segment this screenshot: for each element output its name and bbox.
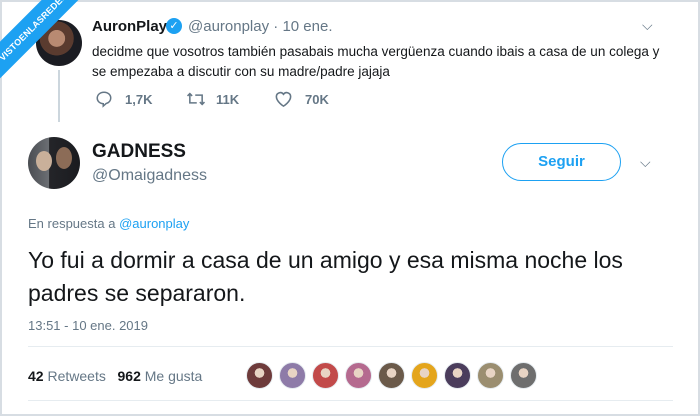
retweet-icon[interactable] bbox=[186, 90, 206, 113]
retweet-label[interactable]: Retweets bbox=[47, 368, 105, 384]
thread-connector-line bbox=[58, 70, 60, 122]
retweet-total[interactable]: 42 bbox=[28, 368, 44, 384]
frame-top bbox=[0, 0, 700, 2]
quoted-date[interactable]: · 10 ene. bbox=[273, 18, 332, 35]
liker-avatar[interactable] bbox=[246, 362, 273, 389]
chevron-down-icon[interactable]: ⌵ bbox=[642, 17, 653, 34]
liker-avatar[interactable] bbox=[279, 362, 306, 389]
main-author-handle[interactable]: @Omaigadness bbox=[92, 167, 207, 185]
retweet-count: 11K bbox=[216, 92, 240, 107]
tweet-timestamp[interactable]: 13:51 - 10 ene. 2019 bbox=[28, 318, 148, 333]
reply-count: 1,7K bbox=[125, 92, 153, 107]
liker-avatar[interactable] bbox=[444, 362, 471, 389]
divider bbox=[28, 346, 673, 347]
like-label[interactable]: Me gusta bbox=[145, 368, 203, 384]
quoted-author-handle[interactable]: @auronplay bbox=[188, 18, 269, 35]
like-count: 70K bbox=[305, 92, 329, 107]
verified-badge-icon: ✓ bbox=[166, 18, 182, 34]
follow-button[interactable]: Seguir bbox=[502, 143, 621, 181]
avatar-face bbox=[36, 151, 52, 171]
quoted-tweet-text: decidme que vosotros también pasabais mu… bbox=[92, 44, 660, 79]
heart-icon[interactable] bbox=[274, 90, 293, 113]
reply-prefix: En respuesta a bbox=[28, 216, 116, 231]
quoted-author-name[interactable]: AuronPlay bbox=[92, 18, 167, 35]
reply-context: En respuesta a @auronplay bbox=[28, 216, 189, 231]
liker-avatar[interactable] bbox=[345, 362, 372, 389]
liker-avatar[interactable] bbox=[378, 362, 405, 389]
engagement-stats: 42 Retweets 962 Me gusta bbox=[28, 368, 202, 384]
liker-avatar[interactable] bbox=[411, 362, 438, 389]
like-total[interactable]: 962 bbox=[118, 368, 141, 384]
liker-avatar[interactable] bbox=[477, 362, 504, 389]
main-avatar[interactable] bbox=[28, 137, 80, 189]
main-author-name[interactable]: GADNESS bbox=[92, 141, 186, 163]
reply-to-link[interactable]: @auronplay bbox=[119, 216, 189, 231]
divider bbox=[28, 400, 673, 401]
liker-avatar[interactable] bbox=[510, 362, 537, 389]
chevron-down-icon[interactable]: ⌵ bbox=[640, 154, 651, 171]
liker-avatars bbox=[246, 362, 543, 390]
main-tweet-text: Yo fui a dormir a casa de un amigo y esa… bbox=[28, 247, 623, 306]
liker-avatar[interactable] bbox=[312, 362, 339, 389]
quoted-author-handle-date: @auronplay · 10 ene. bbox=[188, 18, 333, 35]
reply-icon[interactable] bbox=[95, 90, 113, 113]
avatar-face bbox=[56, 147, 72, 169]
